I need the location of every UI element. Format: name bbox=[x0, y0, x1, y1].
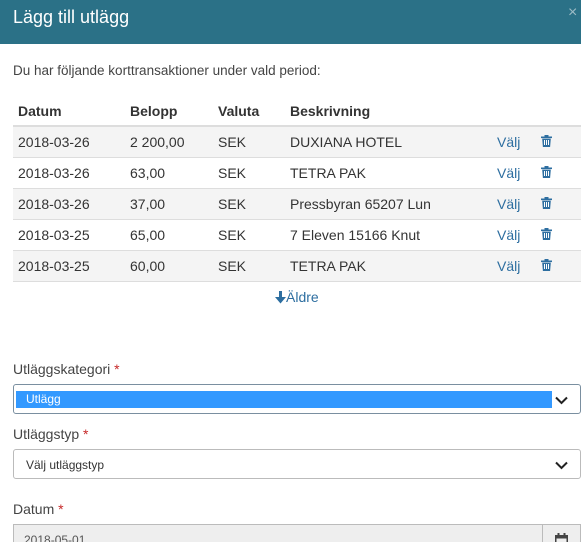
column-header-date: Datum bbox=[13, 96, 125, 127]
trash-icon[interactable] bbox=[541, 258, 552, 274]
column-header-description: Beskrivning bbox=[285, 96, 492, 127]
table-row: 2018-03-25 65,00 SEK 7 Eleven 15166 Knut… bbox=[13, 219, 581, 251]
category-select[interactable]: Utlägg bbox=[13, 384, 581, 414]
older-link-label: Äldre bbox=[286, 289, 319, 305]
cell-description: TETRA PAK bbox=[285, 250, 492, 282]
date-label: Datum * bbox=[13, 501, 64, 517]
cell-amount: 2 200,00 bbox=[125, 126, 213, 158]
cell-date: 2018-03-25 bbox=[13, 219, 125, 251]
date-label-text: Datum bbox=[13, 501, 55, 517]
cell-description: Pressbyran 65207 Lun bbox=[285, 188, 492, 220]
column-header-currency: Valuta bbox=[213, 96, 285, 127]
type-label: Utläggstyp * bbox=[13, 426, 89, 442]
table-row: 2018-03-26 63,00 SEK TETRA PAK Välj bbox=[13, 157, 581, 189]
type-select[interactable]: Välj utläggstyp bbox=[13, 449, 581, 479]
cell-date: 2018-03-26 bbox=[13, 126, 125, 158]
type-label-text: Utläggstyp bbox=[13, 426, 80, 442]
required-mark: * bbox=[83, 426, 89, 442]
cell-amount: 60,00 bbox=[125, 250, 213, 282]
cell-currency: SEK bbox=[213, 157, 285, 189]
cell-date: 2018-03-26 bbox=[13, 188, 125, 220]
transactions-table: Datum Belopp Valuta Beskrivning 2018-03-… bbox=[13, 96, 581, 282]
table-row: 2018-03-26 2 200,00 SEK DUXIANA HOTEL Vä… bbox=[13, 126, 581, 158]
table-header-row: Datum Belopp Valuta Beskrivning bbox=[13, 96, 581, 127]
required-mark: * bbox=[114, 361, 120, 377]
cell-currency: SEK bbox=[213, 250, 285, 282]
cell-description: 7 Eleven 15166 Knut bbox=[285, 219, 492, 251]
delete-cell bbox=[536, 250, 581, 282]
trash-icon[interactable] bbox=[541, 196, 552, 212]
cell-date: 2018-03-25 bbox=[13, 250, 125, 282]
trash-icon[interactable] bbox=[541, 227, 552, 243]
cell-currency: SEK bbox=[213, 188, 285, 220]
category-label: Utläggskategori * bbox=[13, 361, 120, 377]
select-link[interactable]: Välj bbox=[492, 219, 536, 251]
date-input[interactable]: 2018-05-01 bbox=[13, 524, 543, 542]
select-link[interactable]: Välj bbox=[492, 188, 536, 220]
cell-description: DUXIANA HOTEL bbox=[285, 126, 492, 158]
intro-text: Du har följande korttransaktioner under … bbox=[13, 63, 321, 78]
trash-icon[interactable] bbox=[541, 134, 552, 150]
calendar-button[interactable] bbox=[542, 524, 581, 542]
delete-cell bbox=[536, 126, 581, 158]
chevron-down-icon bbox=[555, 394, 568, 408]
chevron-down-icon bbox=[555, 459, 568, 473]
date-input-value: 2018-05-01 bbox=[24, 533, 86, 542]
column-header-delete bbox=[536, 96, 581, 127]
select-link[interactable]: Välj bbox=[492, 126, 536, 158]
arrow-down-icon bbox=[275, 291, 286, 307]
calendar-icon bbox=[555, 533, 568, 542]
cell-description: TETRA PAK bbox=[285, 157, 492, 189]
table-row: 2018-03-25 60,00 SEK TETRA PAK Välj bbox=[13, 250, 581, 282]
category-select-value: Utlägg bbox=[16, 391, 552, 408]
select-link[interactable]: Välj bbox=[492, 157, 536, 189]
cell-amount: 65,00 bbox=[125, 219, 213, 251]
required-mark: * bbox=[58, 501, 64, 517]
cell-currency: SEK bbox=[213, 219, 285, 251]
delete-cell bbox=[536, 188, 581, 220]
modal-header: Lägg till utlägg × bbox=[0, 0, 581, 44]
table-row: 2018-03-26 37,00 SEK Pressbyran 65207 Lu… bbox=[13, 188, 581, 220]
column-header-amount: Belopp bbox=[125, 96, 213, 127]
select-link[interactable]: Välj bbox=[492, 250, 536, 282]
cell-currency: SEK bbox=[213, 126, 285, 158]
cell-amount: 37,00 bbox=[125, 188, 213, 220]
cell-date: 2018-03-26 bbox=[13, 157, 125, 189]
modal-title: Lägg till utlägg bbox=[13, 7, 130, 27]
trash-icon[interactable] bbox=[541, 165, 552, 181]
delete-cell bbox=[536, 157, 581, 189]
older-link[interactable]: Äldre bbox=[275, 289, 319, 307]
column-header-select bbox=[492, 96, 536, 127]
delete-cell bbox=[536, 219, 581, 251]
cell-amount: 63,00 bbox=[125, 157, 213, 189]
close-icon[interactable]: × bbox=[568, 4, 577, 22]
category-label-text: Utläggskategori bbox=[13, 361, 111, 377]
type-select-value: Välj utläggstyp bbox=[26, 458, 105, 472]
